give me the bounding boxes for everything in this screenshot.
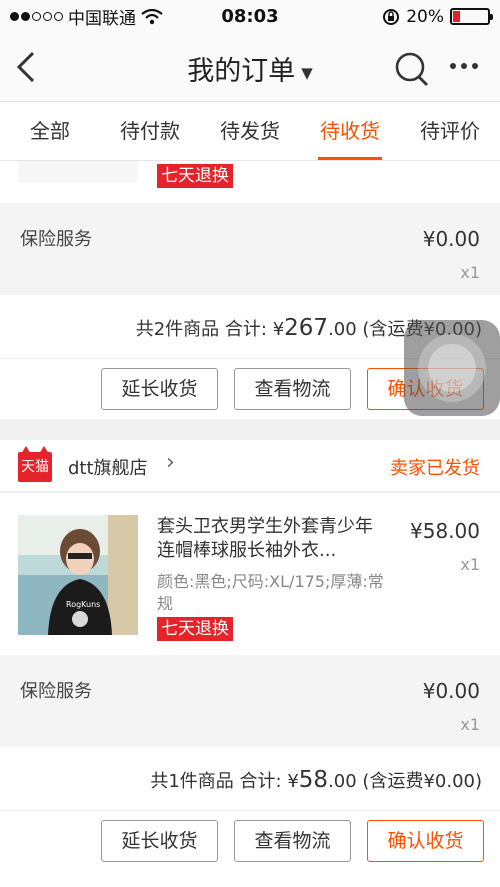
order-tabs: 全部 待付款 待发货 待收货 待评价 xyxy=(0,101,500,161)
more-button[interactable] xyxy=(450,63,478,69)
seven-day-return-tag: 七天退换 xyxy=(157,164,233,188)
order1-insurance: 保险服务 ¥0.00 x1 xyxy=(0,203,500,295)
chevron-right-icon: › xyxy=(166,450,175,475)
wifi-icon xyxy=(141,8,163,24)
navigation-bar: 我的订单 ▼ xyxy=(0,33,500,101)
assistive-touch-button[interactable] xyxy=(404,320,500,416)
seven-day-return-tag: 七天退换 xyxy=(157,617,233,641)
tab-pending-review[interactable]: 待评价 xyxy=(400,102,500,160)
clock: 08:03 xyxy=(221,6,279,27)
svg-text:RogKuns: RogKuns xyxy=(66,600,100,609)
product-spec: 颜色:黑色;尺码:XL/175;厚薄:常规 xyxy=(157,572,384,613)
battery-percent: 20% xyxy=(406,6,444,27)
tab-pending-shipment[interactable]: 待发货 xyxy=(200,102,300,160)
order2-insurance: 保险服务 ¥0.00 x1 xyxy=(0,655,500,747)
order2-summary: 共1件商品 合计: ¥58.00 (含运费¥0.00) xyxy=(0,747,500,811)
signal-icon xyxy=(10,12,63,21)
order2-actions: 延长收货 查看物流 确认收货 xyxy=(0,811,500,887)
insurance-price: ¥0.00 xyxy=(422,227,480,251)
order2-product[interactable]: RogKuns 套头卫衣男学生外套青少年连帽棒球服长袖外衣... 颜色:黑色;尺… xyxy=(0,493,500,655)
page-title: 我的订单 xyxy=(187,56,296,87)
insurance-label: 保险服务 xyxy=(20,681,92,702)
status-bar: 中国联通 08:03 20% xyxy=(0,0,500,33)
order1-product-tail: 七天退换 xyxy=(0,161,500,203)
carrier-label: 中国联通 xyxy=(68,9,136,29)
product-price: ¥58.00 xyxy=(410,519,480,543)
search-icon xyxy=(395,52,428,86)
order-total: 共1件商品 合计: ¥58.00 (含运费¥0.00) xyxy=(150,767,482,793)
confirm-receipt-button[interactable]: 确认收货 xyxy=(367,820,484,862)
rotation-lock-icon xyxy=(383,8,400,25)
view-logistics-button[interactable]: 查看物流 xyxy=(234,368,351,410)
insurance-label: 保险服务 xyxy=(20,229,92,250)
insurance-price: ¥0.00 xyxy=(422,679,480,703)
product-thumbnail xyxy=(18,161,138,183)
view-logistics-button[interactable]: 查看物流 xyxy=(234,820,351,862)
tmall-logo: 天猫 xyxy=(18,446,52,482)
insurance-qty: x1 xyxy=(460,715,480,734)
shop-name: dtt旗舰店 xyxy=(68,458,148,479)
tab-pending-payment[interactable]: 待付款 xyxy=(100,102,200,160)
extend-receipt-button[interactable]: 延长收货 xyxy=(101,368,218,410)
more-icon xyxy=(450,63,456,69)
product-title: 套头卫衣男学生外套青少年连帽棒球服长袖外衣... xyxy=(157,516,373,561)
tab-pending-receipt[interactable]: 待收货 xyxy=(300,102,400,160)
insurance-qty: x1 xyxy=(460,263,480,282)
order2-shop-header[interactable]: 天猫 dtt旗舰店 › 卖家已发货 xyxy=(0,440,500,492)
tab-all[interactable]: 全部 xyxy=(0,102,100,160)
caret-down-icon: ▼ xyxy=(301,63,313,82)
search-button[interactable] xyxy=(392,49,432,89)
order-status: 卖家已发货 xyxy=(390,458,480,479)
product-thumbnail: RogKuns xyxy=(18,515,138,635)
extend-receipt-button[interactable]: 延长收货 xyxy=(101,820,218,862)
order-list[interactable]: 七天退换 保险服务 ¥0.00 x1 共2件商品 合计: ¥267.00 (含运… xyxy=(0,161,500,887)
battery-icon xyxy=(450,8,493,25)
product-qty: x1 xyxy=(460,555,480,574)
